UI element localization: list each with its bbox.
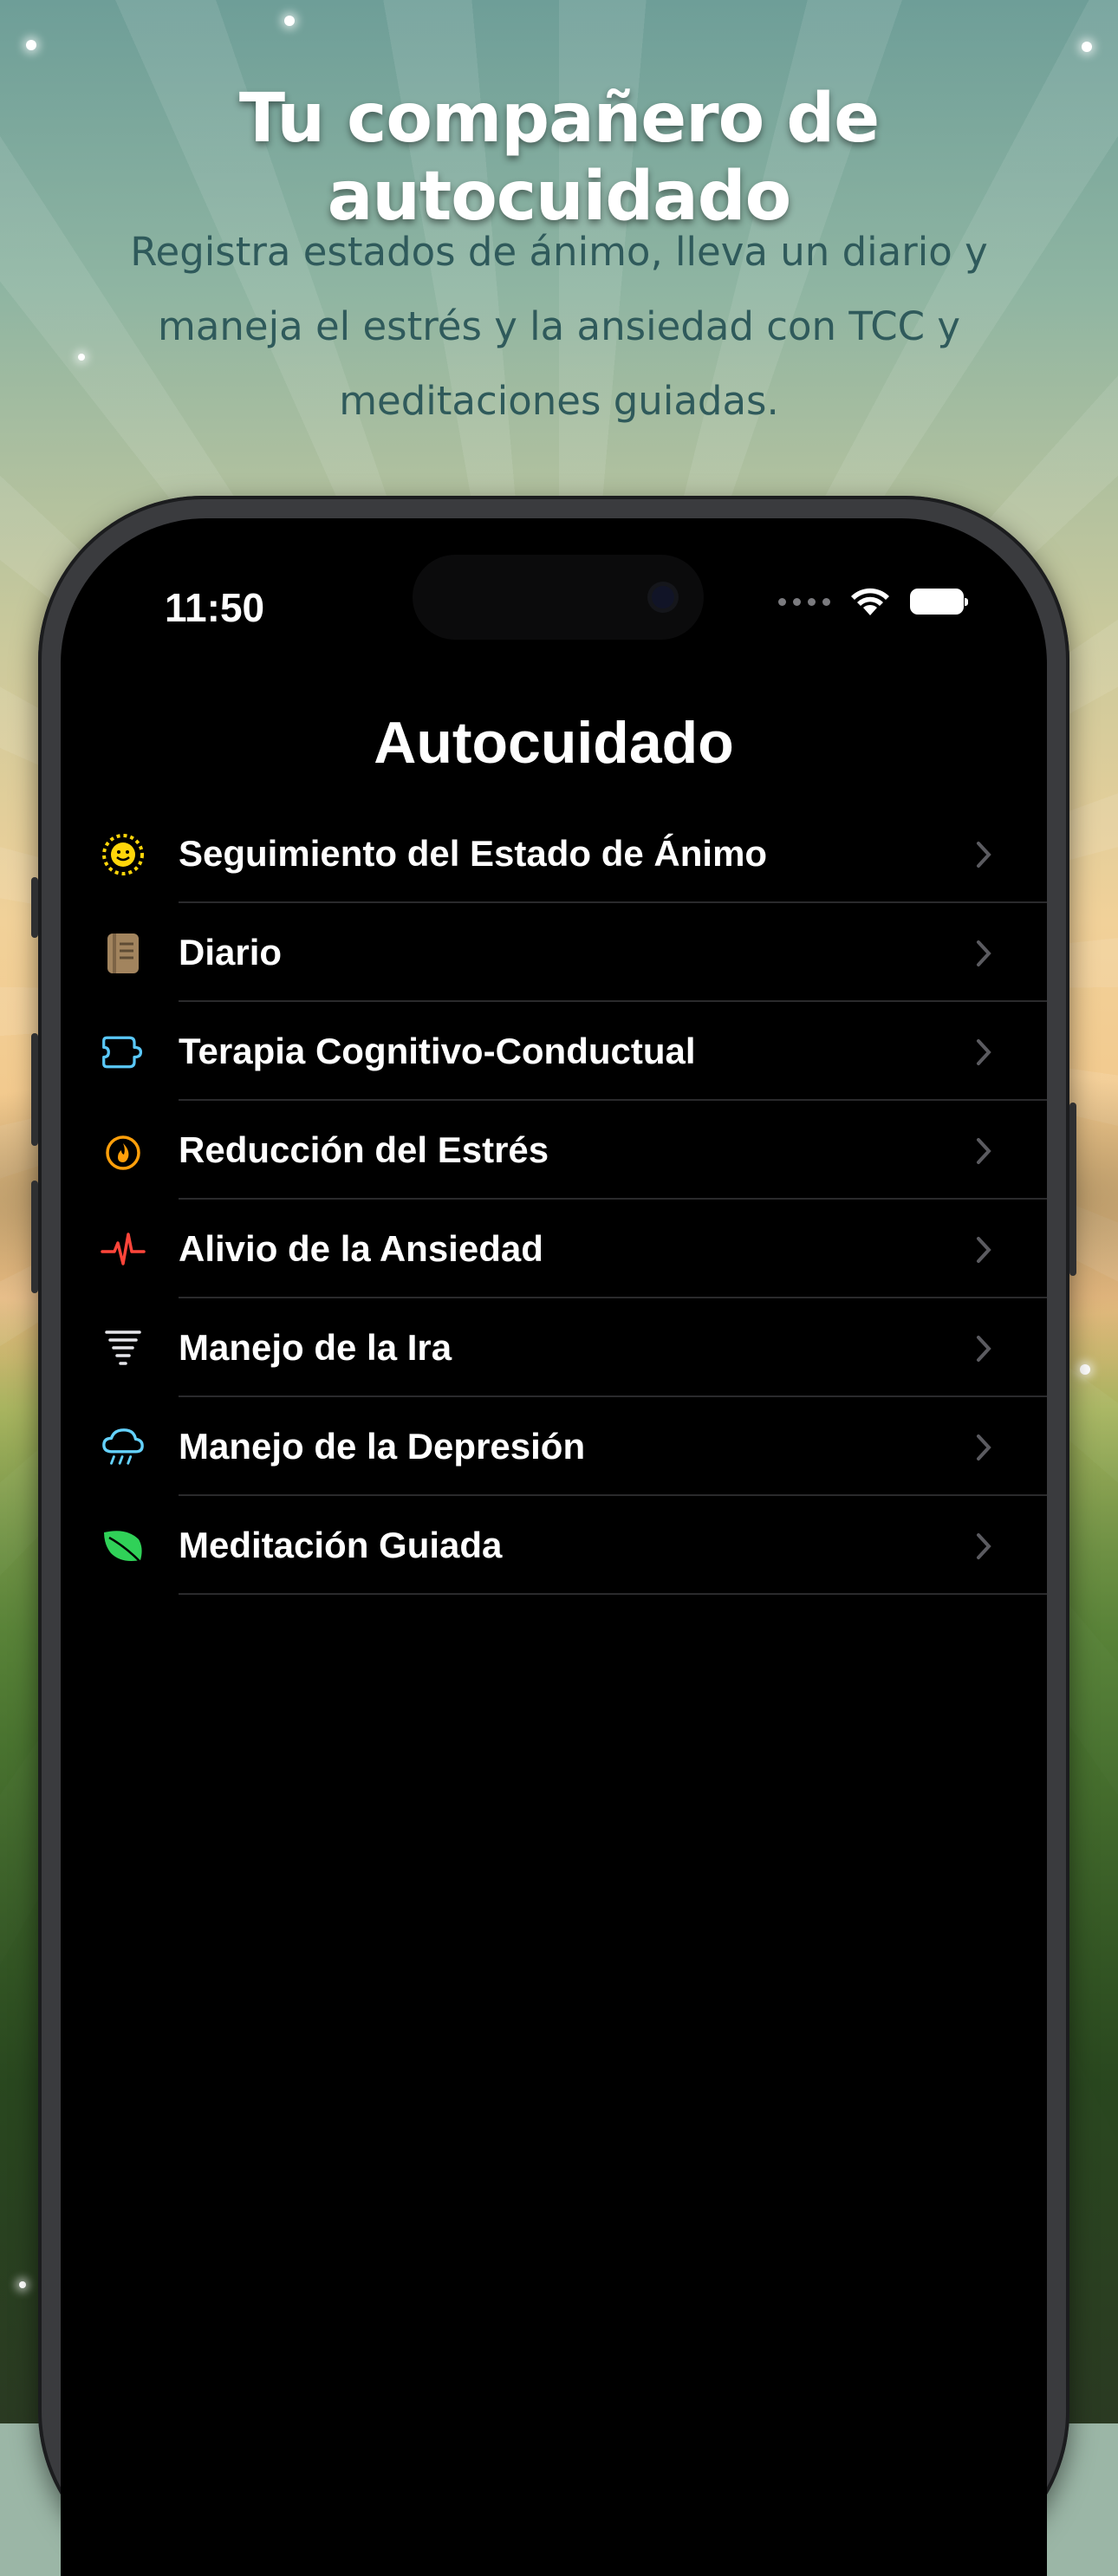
heartbeat-icon xyxy=(101,1227,146,1272)
sparkle xyxy=(1080,1364,1090,1375)
sparkle xyxy=(1082,42,1092,52)
chevron-right-icon xyxy=(977,1138,991,1164)
list-item-label: Manejo de la Ira xyxy=(179,1327,452,1368)
wifi-icon xyxy=(851,588,889,615)
menu-list: Seguimiento del Estado de Ánimo Diario T… xyxy=(61,804,1047,1595)
separator xyxy=(179,1593,1047,1595)
phone-button xyxy=(31,1181,38,1293)
rain-cloud-icon xyxy=(101,1425,146,1470)
list-item-depression-management[interactable]: Manejo de la Depresión xyxy=(61,1397,1047,1496)
list-item-label: Meditación Guiada xyxy=(179,1525,503,1565)
status-time: 11:50 xyxy=(165,585,265,630)
list-item-anger-management[interactable]: Manejo de la Ira xyxy=(61,1298,1047,1397)
chevron-right-icon xyxy=(977,940,991,966)
phone-screen: 11:50 Autocuidado Seguimiento del Estado… xyxy=(61,518,1047,2576)
phone-button xyxy=(31,1033,38,1146)
list-item-label: Manejo de la Depresión xyxy=(179,1426,586,1467)
signal-dots-icon xyxy=(778,597,830,606)
phone-frame: 11:50 Autocuidado Seguimiento del Estado… xyxy=(31,496,1076,2576)
tornado-icon xyxy=(101,1326,146,1371)
list-item-label: Alivio de la Ansiedad xyxy=(179,1228,543,1269)
chevron-right-icon xyxy=(977,1237,991,1263)
chevron-right-icon xyxy=(977,1336,991,1362)
battery-icon xyxy=(910,589,968,615)
chevron-right-icon xyxy=(977,1533,991,1559)
phone-button xyxy=(1069,1103,1076,1276)
journal-icon xyxy=(101,931,146,976)
page-title: Autocuidado xyxy=(374,710,734,776)
promo-subhead: Registra estados de ánimo, lleva un diar… xyxy=(130,229,988,424)
camera-icon xyxy=(652,586,674,608)
list-item-cbt[interactable]: Terapia Cognitivo-Conductual xyxy=(61,1002,1047,1101)
flame-icon xyxy=(101,1129,146,1174)
sparkle xyxy=(19,2281,26,2288)
list-item-label: Reducción del Estrés xyxy=(179,1129,549,1170)
list-item-anxiety-relief[interactable]: Alivio de la Ansiedad xyxy=(61,1200,1047,1298)
smiley-sun-icon xyxy=(101,832,146,877)
brain-head-icon xyxy=(101,1030,146,1075)
sparkle xyxy=(284,16,295,26)
list-item-label: Terapia Cognitivo-Conductual xyxy=(179,1031,696,1071)
phone-button xyxy=(31,877,38,938)
sparkle xyxy=(26,40,36,50)
list-item-mood-tracking[interactable]: Seguimiento del Estado de Ánimo xyxy=(61,804,1047,903)
list-item-guided-meditation[interactable]: Meditación Guiada xyxy=(61,1496,1047,1595)
list-item-label: Seguimiento del Estado de Ánimo xyxy=(179,833,768,874)
chevron-right-icon xyxy=(977,1434,991,1460)
dynamic-island xyxy=(413,555,704,640)
status-icons xyxy=(778,586,968,617)
chevron-right-icon xyxy=(977,1039,991,1065)
chevron-right-icon xyxy=(977,842,991,868)
list-item-label: Diario xyxy=(179,932,283,973)
list-item-journal[interactable]: Diario xyxy=(61,903,1047,1002)
list-item-stress-reduction[interactable]: Reducción del Estrés xyxy=(61,1101,1047,1200)
leaf-icon xyxy=(101,1524,146,1569)
promo-headline: Tu compañero de autocuidado xyxy=(238,80,880,236)
